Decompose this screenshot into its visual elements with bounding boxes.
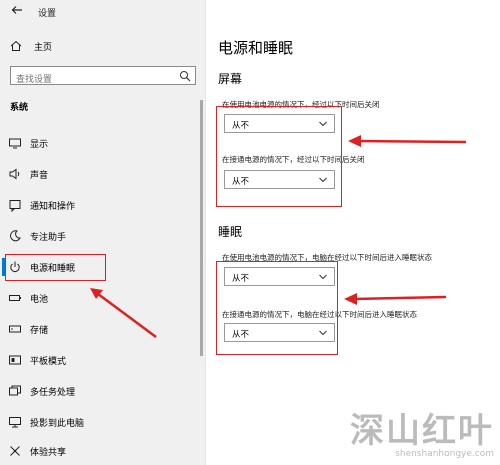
multitasking-icon — [9, 385, 21, 396]
sidebar-item-display[interactable]: 显示 — [0, 132, 205, 154]
screen-heading: 屏幕 — [218, 72, 243, 86]
annotation-arrow-sleep — [344, 293, 447, 305]
settings-sidebar: 设置 主页 系统 显示 声音 通知和操作 专注助手 电源和睡眠 电池 — [0, 0, 206, 465]
sidebar-item-label: 存储 — [30, 326, 49, 336]
sidebar-item-label: 专注助手 — [30, 233, 67, 243]
annotation-box-power-sleep — [5, 254, 106, 281]
sidebar-item-label: 显示 — [30, 140, 49, 150]
tablet-mode-icon — [9, 355, 21, 365]
sidebar-item-label: 声音 — [30, 171, 49, 181]
notification-icon — [9, 200, 21, 212]
sleep-heading: 睡眠 — [218, 225, 243, 239]
home-nav-item[interactable]: 主页 — [10, 37, 52, 55]
sidebar-item-multitasking[interactable]: 多任务处理 — [0, 380, 205, 402]
sidebar-item-label: 平板模式 — [30, 357, 67, 367]
back-arrow-icon[interactable] — [10, 3, 24, 17]
battery-icon — [9, 295, 21, 301]
sidebar-item-focus-assist[interactable]: 专注助手 — [0, 225, 205, 247]
annotation-box-sleep — [216, 261, 338, 355]
annotation-box-screen — [216, 106, 342, 207]
annotation-arrow-screen — [348, 135, 467, 147]
sidebar-item-label: 投影到此电脑 — [30, 419, 85, 429]
section-label-system: 系统 — [10, 103, 29, 113]
sidebar-item-label: 多任务处理 — [30, 388, 76, 398]
storage-icon — [9, 325, 21, 333]
page-title: 电源和睡眠 — [218, 39, 294, 57]
watermark: 深山红叶 shenshanhongye.com — [350, 413, 494, 460]
sidebar-scrollbar[interactable] — [200, 100, 203, 356]
shared-experiences-icon — [10, 446, 20, 456]
window-title: 设置 — [38, 9, 57, 19]
sidebar-item-sound[interactable]: 声音 — [0, 163, 205, 185]
sidebar-item-label: 通知和操作 — [30, 202, 76, 212]
moon-icon — [10, 230, 21, 242]
search-input[interactable] — [11, 71, 171, 89]
sidebar-item-notifications[interactable]: 通知和操作 — [0, 194, 205, 216]
home-label: 主页 — [34, 42, 53, 53]
settings-search-box[interactable] — [10, 66, 196, 89]
speaker-icon — [9, 168, 20, 180]
watermark-text: 深山红叶 — [350, 411, 494, 451]
project-icon — [9, 417, 21, 428]
main-content: 电源和睡眠 屏幕 在使用电池电源的情况下，经过以下时间后关闭 从不 在接通电源的… — [206, 0, 500, 465]
annotation-arrow-sidebar — [90, 288, 157, 339]
sidebar-item-project-to-pc[interactable]: 投影到此电脑 — [0, 411, 205, 433]
sidebar-item-tablet-mode[interactable]: 平板模式 — [0, 349, 205, 371]
monitor-icon — [9, 138, 21, 149]
home-icon — [10, 40, 22, 51]
search-icon[interactable] — [179, 70, 191, 82]
sidebar-item-shared-experiences[interactable]: 体验共享 — [0, 440, 205, 462]
sidebar-item-label: 电池 — [30, 295, 49, 305]
sidebar-item-label: 体验共享 — [30, 448, 67, 458]
